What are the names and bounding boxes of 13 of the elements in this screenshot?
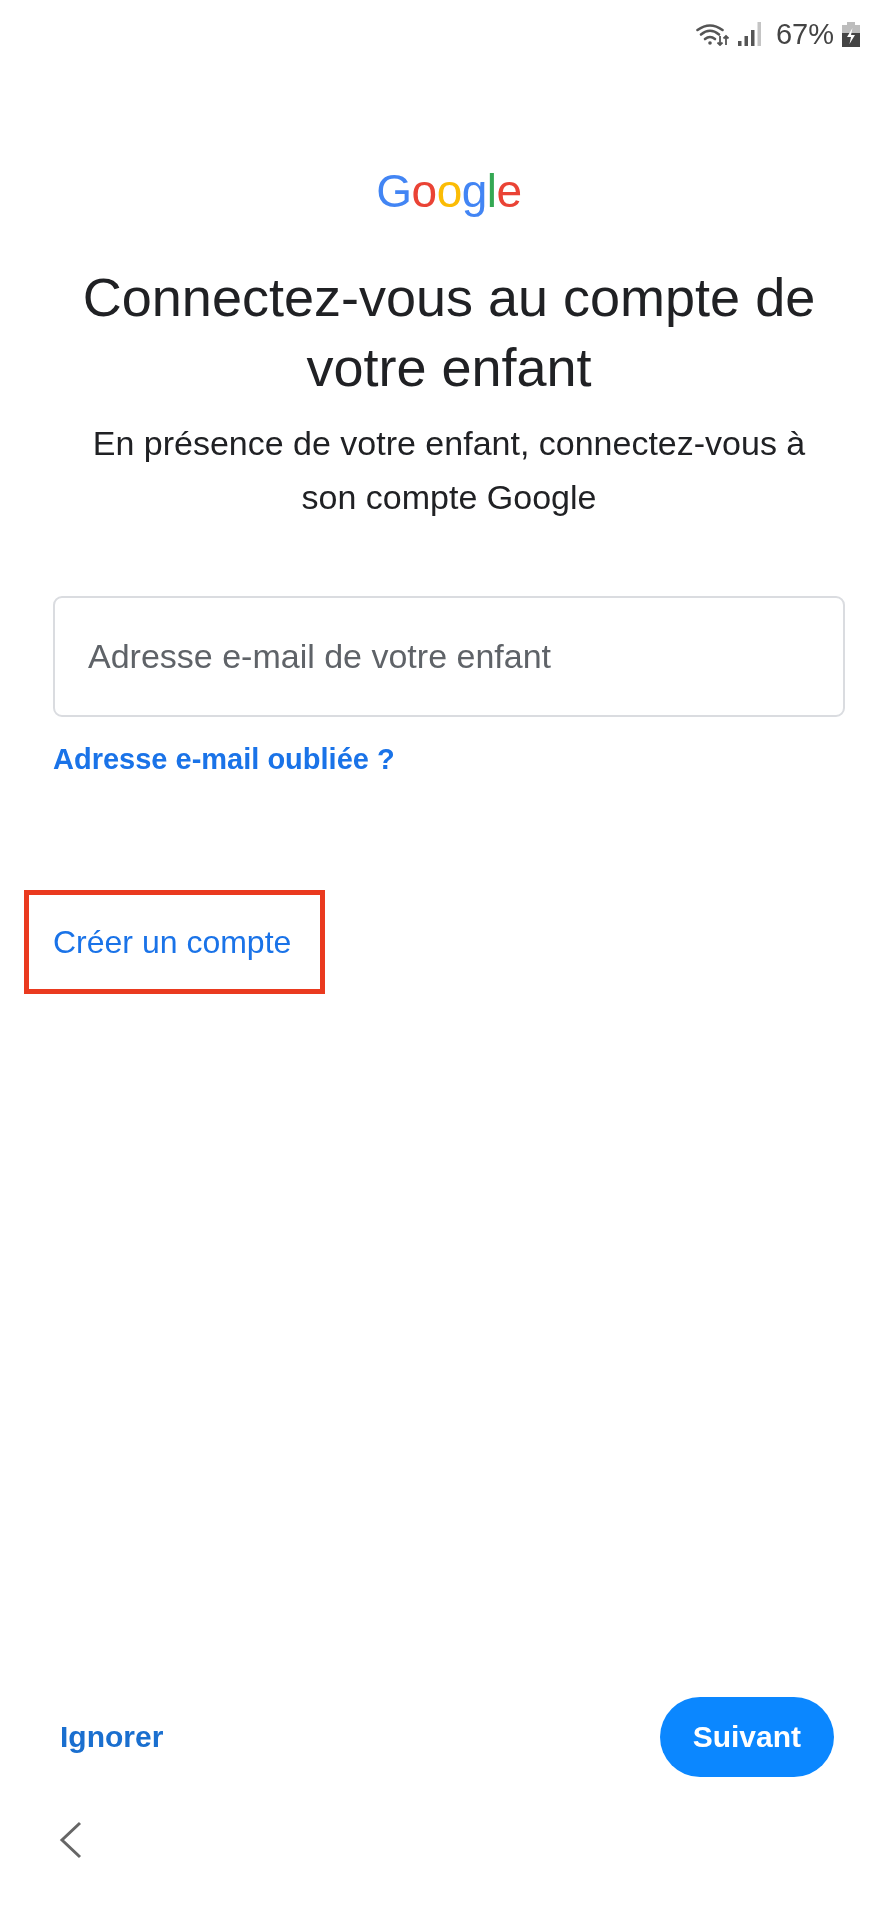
forgot-email-link[interactable]: Adresse e-mail oubliée ? [53, 741, 395, 777]
wifi-icon [695, 22, 730, 46]
signal-icon [737, 22, 762, 46]
battery-percentage: 67% [775, 18, 834, 50]
back-chevron-icon[interactable] [59, 1821, 83, 1859]
battery-charging-icon [842, 21, 860, 47]
page-subtitle: En présence de votre enfant, connectez-vous à son compte Google [91, 423, 807, 518]
next-button[interactable]: Suivant [659, 1697, 834, 1777]
create-account-link[interactable]: Créer un compte [53, 922, 292, 962]
skip-button[interactable]: Ignorer [60, 1720, 164, 1754]
email-input-field[interactable]: Adresse e-mail de votre enfant [53, 596, 845, 717]
page-title: Connectez-vous au compte de votre enfant [81, 266, 817, 399]
google-logo: Google [375, 164, 523, 219]
